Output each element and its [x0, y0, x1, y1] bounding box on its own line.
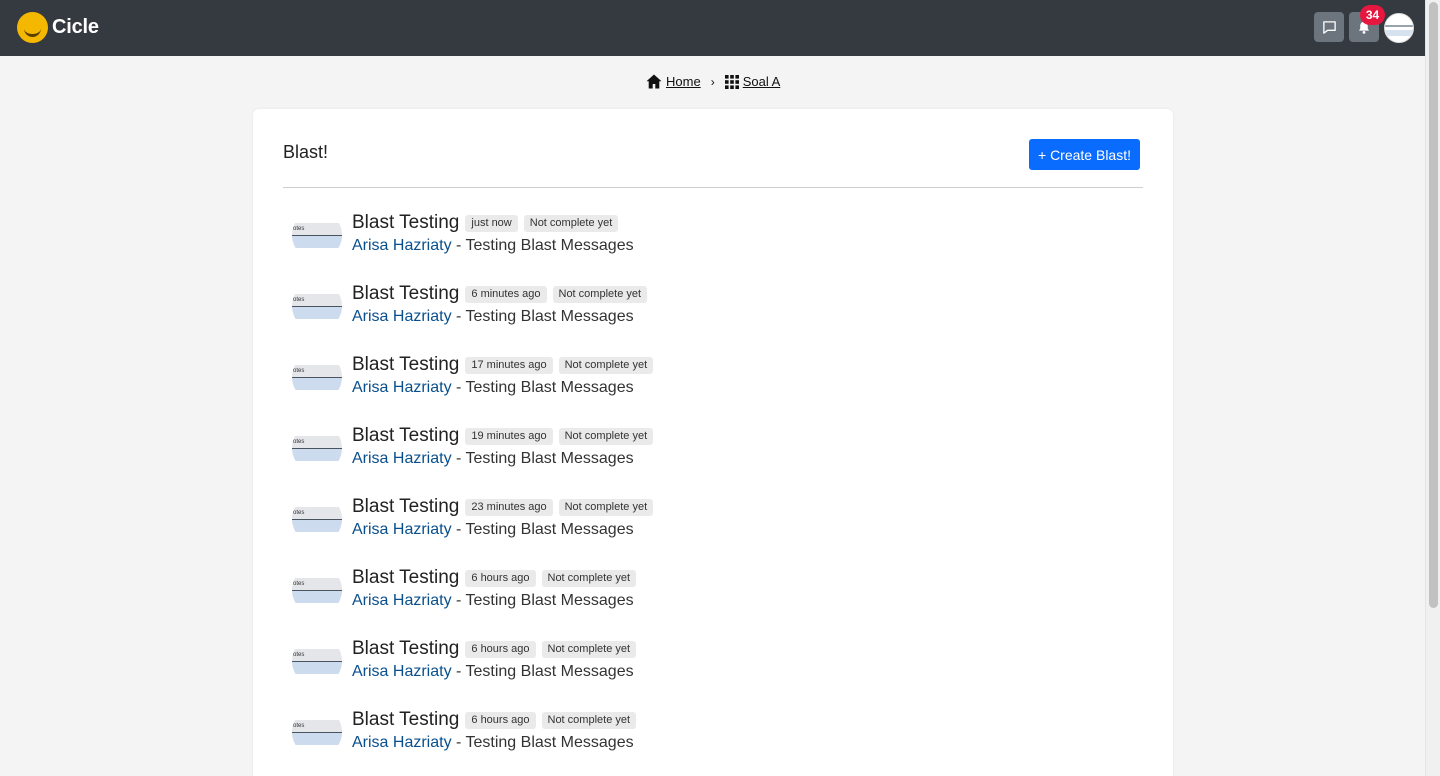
top-navbar: Cicle 34	[0, 0, 1425, 56]
user-avatar[interactable]	[1384, 13, 1414, 43]
app-name: Cicle	[52, 16, 99, 38]
post-title[interactable]: Blast Testing	[352, 638, 459, 660]
list-item[interactable]: otes Blast Testing 23 minutes ago Not co…	[292, 493, 992, 545]
author-link[interactable]: Arisa Hazriaty	[352, 379, 452, 396]
post-subtitle: - Testing Blast Messages	[451, 521, 634, 538]
author-link[interactable]: Arisa Hazriaty	[352, 663, 452, 680]
time-badge: 6 minutes ago	[465, 285, 547, 303]
post-title[interactable]: Blast Testing	[352, 709, 459, 731]
create-blast-button[interactable]: + Create Blast!	[1029, 139, 1140, 170]
status-badge: Not complete yet	[558, 498, 654, 516]
blast-card: Blast! + Create Blast! otes Blast Testin…	[253, 109, 1173, 776]
post-subtitle: - Testing Blast Messages	[451, 308, 634, 325]
status-badge: Not complete yet	[558, 356, 654, 374]
post-subtitle: - Testing Blast Messages	[451, 379, 634, 396]
scrollbar-thumb[interactable]	[1429, 2, 1438, 608]
post-thumbnail: otes	[292, 565, 342, 615]
status-badge: Not complete yet	[541, 640, 637, 658]
time-badge: 6 hours ago	[465, 711, 536, 729]
grid-icon	[724, 74, 739, 89]
author-link[interactable]: Arisa Hazriaty	[352, 450, 452, 467]
home-icon	[646, 74, 662, 89]
post-title[interactable]: Blast Testing	[352, 496, 459, 518]
author-link[interactable]: Arisa Hazriaty	[352, 308, 452, 325]
post-thumbnail: otes	[292, 636, 342, 686]
breadcrumb: Home › Soal A	[646, 74, 780, 89]
post-subtitle: - Testing Blast Messages	[451, 450, 634, 467]
author-link[interactable]: Arisa Hazriaty	[352, 734, 452, 751]
breadcrumb-current-link[interactable]: Soal A	[743, 74, 781, 89]
post-title[interactable]: Blast Testing	[352, 283, 459, 305]
time-badge: 6 hours ago	[465, 640, 536, 658]
status-badge: Not complete yet	[558, 427, 654, 445]
post-subtitle: - Testing Blast Messages	[451, 237, 634, 254]
post-thumbnail: otes	[292, 494, 342, 544]
app-logo[interactable]: Cicle	[17, 12, 99, 43]
chat-button[interactable]	[1314, 12, 1344, 42]
status-badge: Not complete yet	[523, 214, 619, 232]
page-scrollbar[interactable]	[1425, 0, 1440, 776]
time-badge: 6 hours ago	[465, 569, 536, 587]
post-subtitle: - Testing Blast Messages	[451, 663, 634, 680]
list-item[interactable]: otes Blast Testing just now Not complete…	[292, 209, 992, 261]
list-item[interactable]: otes Blast Testing 6 hours ago Not compl…	[292, 635, 992, 687]
breadcrumb-separator: ›	[710, 74, 715, 89]
post-thumbnail: otes	[292, 352, 342, 402]
list-item[interactable]: otes Blast Testing 6 hours ago Not compl…	[292, 706, 992, 758]
author-link[interactable]: Arisa Hazriaty	[352, 237, 452, 254]
title-divider	[283, 187, 1143, 188]
author-link[interactable]: Arisa Hazriaty	[352, 521, 452, 538]
time-badge: 23 minutes ago	[465, 498, 553, 516]
post-subtitle: - Testing Blast Messages	[451, 734, 634, 751]
chat-icon	[1322, 20, 1336, 34]
post-thumbnail: otes	[292, 423, 342, 473]
post-thumbnail: otes	[292, 707, 342, 757]
post-title[interactable]: Blast Testing	[352, 425, 459, 447]
page-title: Blast!	[283, 142, 329, 162]
list-item[interactable]: otes Blast Testing 6 hours ago Not compl…	[292, 564, 992, 616]
breadcrumb-home-link[interactable]: Home	[666, 74, 701, 89]
author-link[interactable]: Arisa Hazriaty	[352, 592, 452, 609]
post-title[interactable]: Blast Testing	[352, 354, 459, 376]
post-title[interactable]: Blast Testing	[352, 212, 459, 234]
status-badge: Not complete yet	[541, 569, 637, 587]
status-badge: Not complete yet	[541, 711, 637, 729]
time-badge: 17 minutes ago	[465, 356, 553, 374]
time-badge: 19 minutes ago	[465, 427, 553, 445]
status-badge: Not complete yet	[552, 285, 648, 303]
post-subtitle: - Testing Blast Messages	[451, 592, 634, 609]
list-item[interactable]: otes Blast Testing 6 minutes ago Not com…	[292, 280, 992, 332]
post-thumbnail: otes	[292, 281, 342, 331]
list-item[interactable]: otes Blast Testing 17 minutes ago Not co…	[292, 351, 992, 403]
post-title[interactable]: Blast Testing	[352, 567, 459, 589]
post-thumbnail: otes	[292, 210, 342, 260]
time-badge: just now	[465, 214, 518, 232]
list-item[interactable]: otes Blast Testing 19 minutes ago Not co…	[292, 422, 992, 474]
notification-count-badge: 34	[1360, 5, 1385, 25]
logo-icon	[17, 12, 48, 43]
